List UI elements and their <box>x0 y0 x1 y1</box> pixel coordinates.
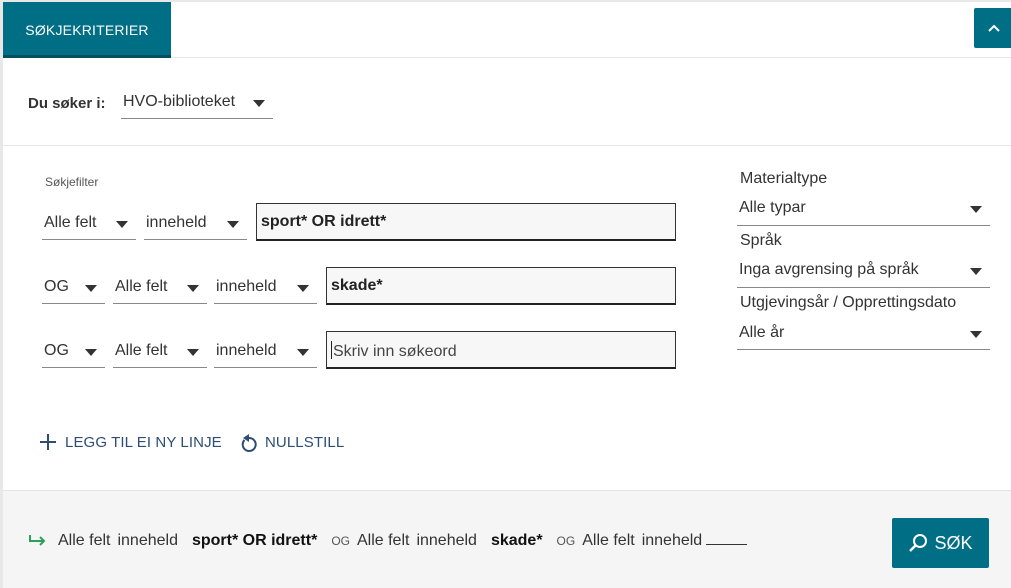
text-cursor <box>331 341 332 359</box>
chevron-down-icon <box>297 285 309 292</box>
search-term-value: sport* OR idrett* <box>261 213 387 230</box>
summary-condition: inneheld <box>117 532 178 549</box>
year-select[interactable]: Alle år <box>737 324 990 350</box>
condition-select-value: inneheld <box>216 278 277 295</box>
summary-field: Alle felt <box>356 532 410 549</box>
search-term-placeholder: Skriv inn søkeord <box>333 343 457 360</box>
filters-title: Søkjefilter <box>45 175 99 189</box>
chevron-down-icon <box>85 285 97 292</box>
magnifier-icon <box>909 534 928 552</box>
add-line-label: LEGG TIL EI NY LINJE <box>65 433 222 451</box>
tab-search-criteria[interactable]: SØKJEKRITERIER <box>3 2 171 57</box>
summary-value: sport* OR idrett* <box>191 532 318 549</box>
chevron-down-icon <box>116 221 128 228</box>
search-summary-bar: Alle felt inneheld sport* OR idrett* OG … <box>3 490 1011 588</box>
operator-select-row3[interactable]: OG <box>42 342 105 368</box>
scope-label: Du søker i: <box>28 95 106 112</box>
year-label: Utgjevingsår / Opprettingsdato <box>740 294 957 311</box>
arrow-right-icon <box>29 534 46 546</box>
condition-select-value: inneheld <box>146 214 207 231</box>
language-label: Språk <box>740 232 782 249</box>
chevron-down-icon <box>85 349 97 356</box>
summary-field: Alle felt <box>58 532 111 549</box>
chevron-down-icon <box>970 331 982 338</box>
search-term-input-row1[interactable]: sport* OR idrett* <box>256 203 676 241</box>
material-type-select[interactable]: Alle typar <box>737 199 990 226</box>
tab-search-criteria-label: SØKJEKRITERIER <box>25 21 149 38</box>
operator-select-value: OG <box>44 342 69 359</box>
reset-icon <box>241 434 257 452</box>
chevron-down-icon <box>970 268 982 275</box>
field-select-row2[interactable]: Alle felt <box>113 278 207 304</box>
field-select-row3[interactable]: Alle felt <box>113 342 207 368</box>
language-select[interactable]: Inga avgrensing på språk <box>737 261 990 288</box>
summary-condition: inneheld <box>641 532 703 549</box>
summary-operator: OG <box>331 534 350 548</box>
chevron-down-icon <box>187 349 199 356</box>
condition-select-row2[interactable]: inneheld <box>214 278 317 304</box>
search-button-label: SØK <box>934 532 973 553</box>
reset-button[interactable]: NULLSTILL <box>239 432 344 453</box>
summary-operator: OG <box>556 534 576 548</box>
chevron-down-icon <box>297 349 309 356</box>
search-button[interactable]: SØK <box>892 518 989 568</box>
search-term-value: skade* <box>331 277 383 294</box>
material-type-label: Materialtype <box>740 170 828 187</box>
language-value: Inga avgrensing på språk <box>739 261 919 278</box>
collapse-button[interactable] <box>974 8 1011 48</box>
reset-label: NULLSTILL <box>265 434 345 451</box>
operator-select-value: OG <box>44 278 69 295</box>
material-type-value: Alle typar <box>739 199 806 216</box>
chevron-down-icon <box>970 206 982 213</box>
field-select-value: Alle felt <box>115 278 168 295</box>
field-select-row1[interactable]: Alle felt <box>42 214 136 240</box>
tab-bar: SØKJEKRITERIER <box>3 2 1011 58</box>
chevron-down-icon <box>253 100 265 107</box>
scope-select-value: HVO-biblioteket <box>123 93 236 110</box>
chevron-down-icon <box>187 285 199 292</box>
search-term-input-row3[interactable]: Skriv inn søkeord <box>326 331 676 369</box>
plus-icon <box>40 434 56 450</box>
search-term-input-row2[interactable]: skade* <box>326 267 676 305</box>
condition-select-value: inneheld <box>216 342 277 359</box>
field-select-value: Alle felt <box>44 214 97 231</box>
chevron-down-icon <box>227 221 239 228</box>
query-summary: Alle felt inneheld sport* OR idrett* OG … <box>28 531 748 550</box>
summary-empty-value <box>706 531 748 545</box>
condition-select-row3[interactable]: inneheld <box>214 342 317 368</box>
chevron-up-icon <box>988 24 1000 32</box>
summary-condition: inneheld <box>416 532 477 549</box>
field-select-value: Alle felt <box>115 342 168 359</box>
add-line-button[interactable]: LEGG TIL EI NY LINJE <box>39 433 222 451</box>
condition-select-row1[interactable]: inneheld <box>144 214 247 240</box>
scope-section: Du søker i: HVO-biblioteket <box>3 58 1011 146</box>
summary-value: skade* <box>490 532 543 549</box>
scope-select[interactable]: HVO-biblioteket <box>121 93 273 119</box>
operator-select-row2[interactable]: OG <box>42 278 105 304</box>
year-value: Alle år <box>739 324 785 341</box>
summary-field: Alle felt <box>582 532 635 549</box>
